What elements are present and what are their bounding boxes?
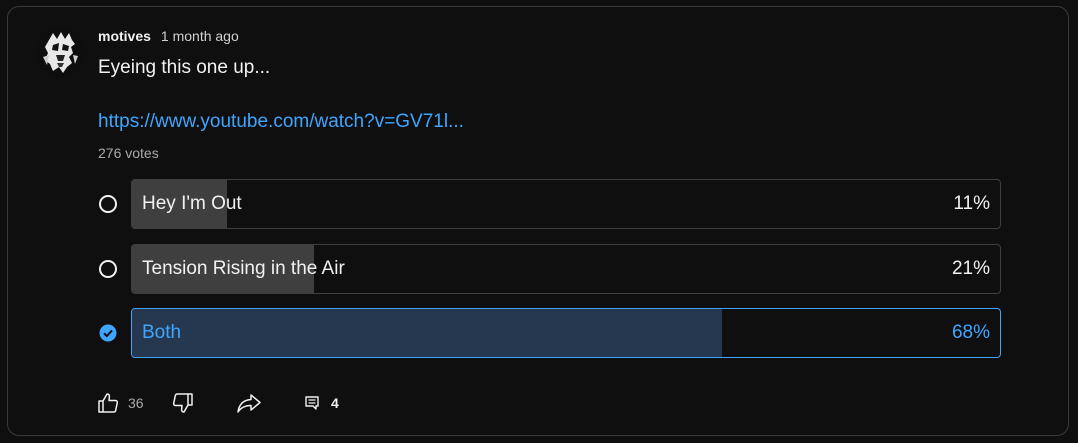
author-name[interactable]: motives xyxy=(98,28,151,44)
poll-option-label: Both xyxy=(142,322,182,343)
avatar[interactable] xyxy=(35,27,86,78)
comments-button[interactable]: 4 xyxy=(304,389,339,417)
poll-option-percent: 11% xyxy=(953,193,990,214)
poll-option-percent: 68% xyxy=(951,322,990,343)
post-timestamp[interactable]: 1 month ago xyxy=(161,28,239,44)
post-link[interactable]: https://www.youtube.com/watch?v=GV71l... xyxy=(98,111,464,133)
share-icon xyxy=(237,394,261,413)
poll-option-bar[interactable]: Hey I'm Out 11% xyxy=(131,179,1001,229)
like-button[interactable]: 36 xyxy=(96,389,144,417)
post-header: motives 1 month ago xyxy=(98,28,239,44)
check-circle-icon xyxy=(99,324,117,342)
poll-option-3[interactable]: Both 68% xyxy=(8,308,1008,358)
vote-count: 276 votes xyxy=(98,145,159,161)
poll-option-2[interactable]: Tension Rising in the Air 21% xyxy=(8,244,1008,294)
poll-option-fill xyxy=(132,309,723,357)
poll-option-bar[interactable]: Both 68% xyxy=(131,308,1001,358)
share-button[interactable] xyxy=(236,389,262,417)
like-count: 36 xyxy=(128,395,144,411)
poll-option-label: Tension Rising in the Air xyxy=(142,258,345,279)
radio-unchecked-icon xyxy=(99,260,117,278)
thumbs-up-icon xyxy=(98,393,119,413)
radio-unchecked-icon xyxy=(99,195,117,213)
poll-option-label: Hey I'm Out xyxy=(142,193,242,214)
post-text: Eyeing this one up... xyxy=(98,57,271,78)
poll-option-1[interactable]: Hey I'm Out 11% xyxy=(8,179,1008,229)
poll-option-bar[interactable]: Tension Rising in the Air 21% xyxy=(131,244,1001,294)
poll-option-percent: 21% xyxy=(951,258,990,279)
dislike-button[interactable] xyxy=(171,389,195,417)
poll-post-card: motives 1 month ago Eyeing this one up..… xyxy=(7,6,1069,436)
comment-count: 4 xyxy=(331,395,339,411)
comment-icon xyxy=(305,396,319,410)
thumbs-down-icon xyxy=(172,393,193,413)
